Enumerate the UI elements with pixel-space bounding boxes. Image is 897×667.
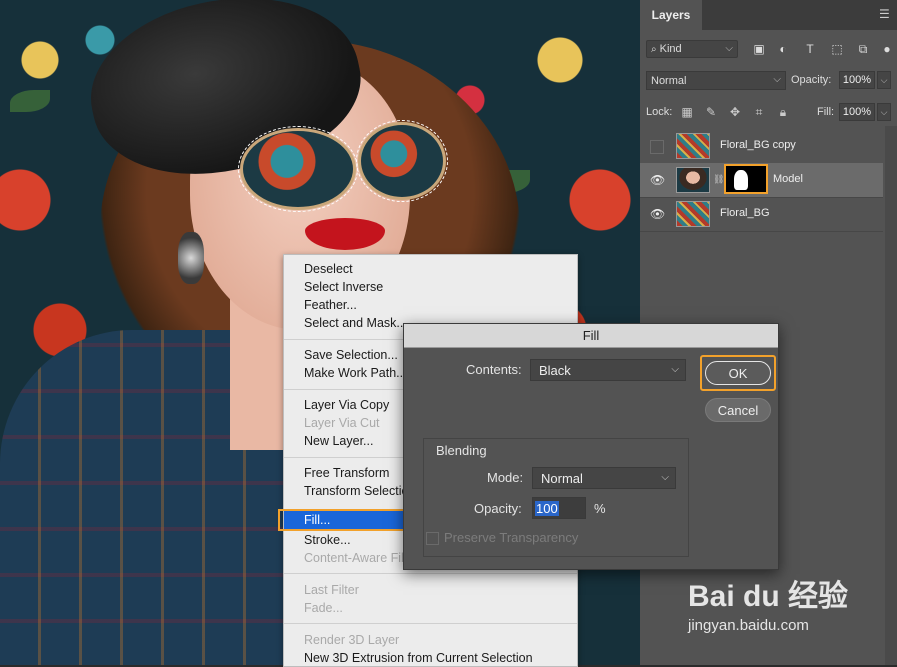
watermark-url: jingyan.baidu.com <box>688 617 809 634</box>
opacity-input[interactable]: 100% <box>839 71 875 89</box>
blend-mode-value: Normal <box>651 74 687 87</box>
lock-artboard-icon[interactable]: ⌗ <box>752 105 766 119</box>
preserve-transparency-checkbox <box>426 532 439 545</box>
opacity-dropdown-icon[interactable]: ⌵ <box>877 71 891 89</box>
fill-highlight-frame <box>278 509 414 531</box>
menu-item-layer-via-cut: Layer Via Cut <box>304 416 380 430</box>
blend-mode-select[interactable]: Normal ⌵ <box>646 71 786 90</box>
chevron-down-icon: ⌵ <box>661 472 669 483</box>
menu-item-stroke[interactable]: Stroke... <box>304 531 351 549</box>
menu-divider <box>284 573 577 574</box>
fill-dropdown-icon[interactable]: ⌵ <box>877 103 891 121</box>
dialog-opacity-label: Opacity: <box>474 501 522 516</box>
panel-menu-icon[interactable]: ☰ <box>879 8 891 20</box>
layer-name: Model <box>773 173 803 185</box>
lock-label: Lock: <box>646 106 673 118</box>
contents-value: Black <box>539 362 571 378</box>
lock-pixels-icon[interactable]: ✎ <box>704 105 718 119</box>
layers-tabbar: Layers ☰ <box>640 0 897 30</box>
chevron-down-icon: ⌵ <box>671 364 679 375</box>
model-earring <box>178 232 204 284</box>
menu-item-make-work-path[interactable]: Make Work Path... <box>304 364 407 382</box>
menu-item-fade: Fade... <box>304 601 343 615</box>
menu-item-transform-selection[interactable]: Transform Selection <box>304 482 415 500</box>
menu-item-feather[interactable]: Feather... <box>304 296 357 314</box>
mode-label: Mode: <box>487 470 524 485</box>
type-filter-icon[interactable]: T <box>803 42 817 56</box>
baidu-logo: Bai du 经验 <box>688 580 849 613</box>
dialog-opacity-input[interactable]: 100 <box>532 497 586 519</box>
link-chain-icon[interactable]: ⛓︎ <box>713 174 724 185</box>
menu-item-render-3d-layer: Render 3D Layer <box>304 633 400 647</box>
percent-unit: % <box>594 501 606 516</box>
ok-button[interactable]: OK <box>705 361 771 385</box>
menu-item-last-filter: Last Filter <box>304 583 359 597</box>
lock-position-icon[interactable]: ✥ <box>728 105 742 119</box>
chevron-down-icon: ⌵ <box>725 43 733 54</box>
adjustment-filter-icon[interactable]: ◐ <box>776 42 790 56</box>
filter-kind-label: Kind <box>659 43 682 55</box>
mode-select[interactable]: Normal ⌵ <box>532 467 676 489</box>
dialog-opacity-value: 100 <box>535 501 559 516</box>
contents-select[interactable]: Black ⌵ <box>530 359 686 381</box>
visibility-toggle-off[interactable] <box>650 140 664 154</box>
menu-divider <box>284 623 577 624</box>
layers-scrollbar[interactable] <box>885 126 897 665</box>
search-icon: ⌕ <box>651 43 657 55</box>
tab-layers[interactable]: Layers <box>640 0 702 30</box>
dialog-title: Fill <box>404 324 778 348</box>
menu-item-layer-via-copy[interactable]: Layer Via Copy <box>304 396 389 414</box>
eye-icon[interactable]: 👁︎ <box>650 208 665 220</box>
preserve-transparency-label: Preserve Transparency <box>444 530 579 545</box>
shape-filter-icon[interactable]: ⬚ <box>830 42 844 56</box>
fill-input[interactable]: 100% <box>839 103 875 121</box>
blending-label: Blending <box>436 443 487 458</box>
baidu-watermark: Bai du 经验 jingyan.baidu.com <box>688 571 848 634</box>
menu-item-deselect[interactable]: Deselect <box>304 260 353 278</box>
filter-toggle-icon[interactable]: ● <box>880 42 894 56</box>
smart-object-filter-icon[interactable]: ⧉ <box>856 42 870 56</box>
menu-item-free-transform[interactable]: Free Transform <box>304 464 389 482</box>
fill-dialog: Fill Contents: Black ⌵ OK Cancel Blendin… <box>403 323 779 570</box>
sunglass-lens-left-selection <box>238 126 358 212</box>
menu-item-select-inverse[interactable]: Select Inverse <box>304 278 383 296</box>
lock-all-icon[interactable]: 🔒︎ <box>776 105 790 119</box>
layer-thumbnail <box>676 167 710 193</box>
layer-row-model[interactable]: 👁︎ ⛓︎ Model <box>640 163 883 198</box>
floral-leaf <box>10 90 50 112</box>
menu-item-new-layer[interactable]: New Layer... <box>304 432 373 450</box>
lock-transparency-icon[interactable]: ▦ <box>680 105 694 119</box>
layer-row-floral-bg[interactable]: 👁︎ Floral_BG <box>640 197 883 232</box>
layer-thumbnail <box>676 201 710 227</box>
filter-kind-select[interactable]: ⌕ Kind ⌵ <box>646 40 738 58</box>
layer-row-floral-bg-copy[interactable]: Floral_BG copy <box>640 129 883 164</box>
pixel-filter-icon[interactable]: ▣ <box>752 42 766 56</box>
opacity-label: Opacity: <box>791 74 832 86</box>
mode-value: Normal <box>541 470 583 486</box>
chevron-down-icon: ⌵ <box>773 74 781 85</box>
menu-item-content-aware-fill: Content-Aware Fill... <box>304 551 418 565</box>
fill-label: Fill: <box>817 106 835 118</box>
menu-item-new-3d-extrusion[interactable]: New 3D Extrusion from Current Selection <box>304 649 533 667</box>
layer-name: Floral_BG copy <box>720 139 796 151</box>
cancel-button[interactable]: Cancel <box>705 398 771 422</box>
layer-thumbnail <box>676 133 710 159</box>
layer-name: Floral_BG <box>720 207 770 219</box>
layer-mask-thumbnail[interactable] <box>724 164 768 194</box>
eye-icon[interactable]: 👁︎ <box>650 174 665 186</box>
menu-item-save-selection[interactable]: Save Selection... <box>304 346 398 364</box>
contents-label: Contents: <box>466 362 522 377</box>
sunglass-lens-right-selection <box>356 120 448 202</box>
mask-silhouette <box>734 170 748 190</box>
menu-item-select-and-mask[interactable]: Select and Mask... <box>304 314 407 332</box>
